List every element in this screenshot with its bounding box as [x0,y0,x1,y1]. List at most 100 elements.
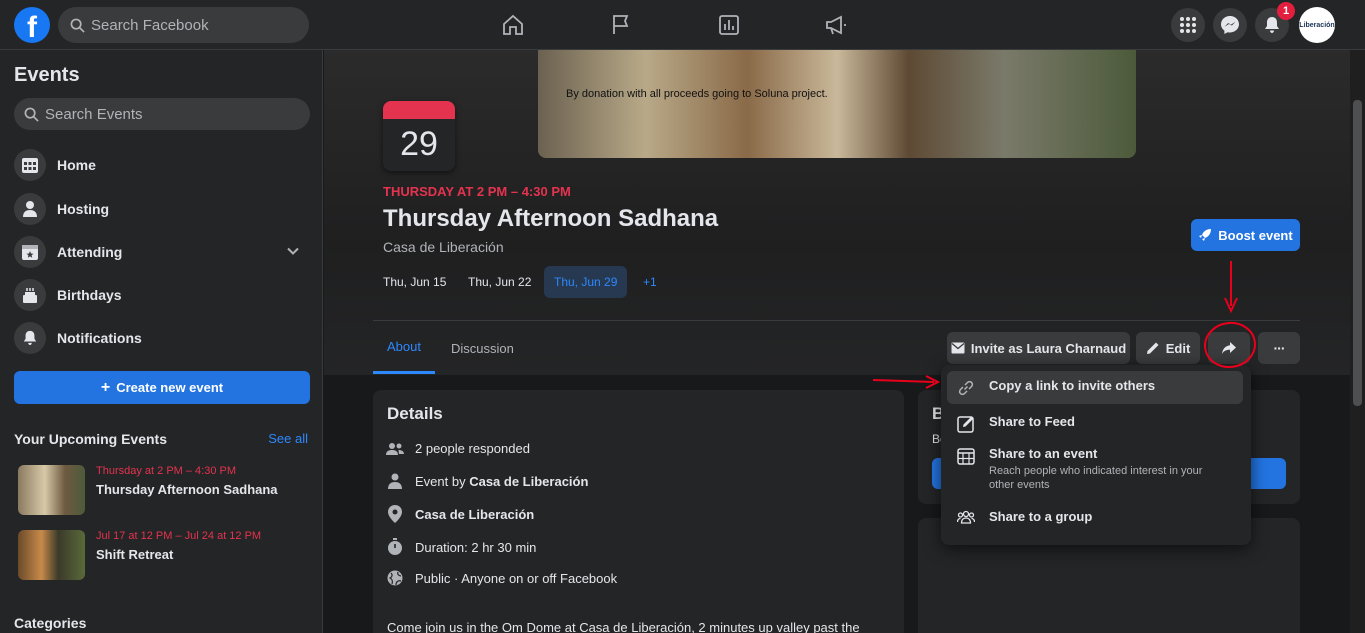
sidebar-item-notifications[interactable]: Notifications [14,318,310,358]
page-scrollbar[interactable] [1350,50,1365,633]
pencil-icon [1146,342,1159,354]
person-icon [385,473,405,489]
share-arrow-icon [1222,342,1236,354]
facebook-logo[interactable]: f [14,7,50,43]
menu-item-share-to-feed[interactable]: Share to Feed [947,407,1243,440]
invite-button-label: Invite as Laura Charnaud [970,340,1127,356]
search-icon [24,107,39,122]
duration-text: Duration: 2 hr 30 min [415,539,537,555]
event-main-content: By donation with all proceeds going to S… [324,50,1350,633]
more-options-button[interactable]: ··· [1258,332,1300,364]
sidebar-item-attending[interactable]: Attending [14,232,310,272]
search-events-input[interactable] [45,105,235,123]
event-by-row: Event by Casa de Liberación [385,473,588,489]
upcoming-event-item[interactable]: Thursday at 2 PM – 4:30 PM Thursday Afte… [18,465,308,515]
event-title: Thursday Afternoon Sadhana [383,205,719,232]
sidebar-item-label: Hosting [57,201,110,217]
event-date-badge: 29 [383,101,455,171]
menu-item-label: Copy a link to invite others [989,378,1156,393]
menu-item-share-to-group[interactable]: Share to a group [947,502,1243,531]
upcoming-events-title: Your Upcoming Events [14,431,167,447]
date-option-jun-15[interactable]: Thu, Jun 15 [373,266,456,298]
account-avatar[interactable]: Liberación [1299,7,1335,43]
top-navigation-bar: f 1 Liberación [0,0,1365,50]
date-option-jun-22[interactable]: Thu, Jun 22 [458,266,541,298]
menu-item-share-to-event[interactable]: Share to an event Reach people who indic… [947,439,1243,499]
privacy-row: Public · Anyone on or off Facebook [385,570,617,586]
event-time: THURSDAY AT 2 PM – 4:30 PM [383,184,571,199]
privacy-text: Public · Anyone on or off Facebook [415,570,618,586]
boost-event-label: Boost event [1218,227,1293,243]
plus-icon: + [100,378,111,396]
sidebar-item-hosting[interactable]: Hosting [14,189,310,229]
categories-title: Categories [14,615,87,631]
boost-event-button[interactable]: Boost event [1191,219,1300,251]
menu-button[interactable] [1171,8,1205,42]
calendar-icon [955,446,977,465]
section-divider [373,320,1300,321]
envelope-icon [951,342,965,354]
sidebar-item-label: Attending [57,244,123,260]
upcoming-event-item[interactable]: Jul 17 at 12 PM – Jul 24 at 12 PM Shift … [18,530,308,580]
sidebar-title: Events [14,64,80,86]
ads-nav-button[interactable] [781,0,891,50]
notifications-button[interactable]: 1 [1255,2,1295,42]
pages-nav-button[interactable] [566,0,676,50]
facebook-logo-letter: f [27,11,37,43]
home-nav-button[interactable] [458,0,568,50]
event-by-prefix: Event by [415,473,470,489]
menu-item-copy-link[interactable]: Copy a link to invite others [947,371,1243,404]
event-location[interactable]: Casa de Liberación [383,239,504,255]
menu-item-label: Share to a group [989,509,1093,524]
details-title: Details [387,404,443,423]
sidebar-item-home[interactable]: Home [14,145,310,185]
flag-icon [613,15,629,34]
upcoming-event-name: Thursday Afternoon Sadhana [96,482,278,497]
messenger-button[interactable] [1213,8,1247,42]
location-pin-icon [385,505,405,523]
events-sidebar: Events Home Hosting Attending Birthdays … [0,50,323,633]
share-button[interactable] [1208,332,1250,364]
home-icon [503,14,523,35]
menu-item-label: Share to an event [989,446,1098,461]
sidebar-item-label: Home [57,157,96,173]
people-icon [385,442,405,456]
place-link[interactable]: Casa de Liberación [415,507,534,522]
link-icon [955,378,977,397]
tab-about[interactable]: About [373,322,435,374]
edit-button-label: Edit [1165,340,1191,356]
edit-button[interactable]: Edit [1136,332,1200,364]
cake-icon [14,279,46,311]
stopwatch-icon [385,538,405,556]
search-facebook-input[interactable] [91,16,281,34]
more-options-icon: ··· [1273,340,1286,356]
search-icon [70,18,85,33]
event-day-number: 29 [400,125,438,163]
chevron-down-icon[interactable] [286,244,300,258]
invite-button[interactable]: Invite as Laura Charnaud [947,332,1130,364]
compose-icon [955,414,977,433]
scrollbar-thumb[interactable] [1353,100,1362,406]
search-events-field[interactable] [14,98,310,130]
responded-row: 2 people responded [385,441,530,456]
place-row: Casa de Liberación [385,505,534,523]
create-new-event-button[interactable]: + Create new event [14,371,310,404]
bell-icon [14,322,46,354]
globe-icon [385,570,405,586]
calendar-badge-header [383,101,455,119]
cover-photo-caption: By donation with all proceeds going to S… [566,88,828,100]
insights-nav-button[interactable] [674,0,784,50]
event-host-link[interactable]: Casa de Liberación [469,474,588,489]
more-dates-link[interactable]: +1 [633,266,667,298]
menu-item-label: Share to Feed [989,414,1075,429]
tab-discussion[interactable]: Discussion [437,322,528,374]
sidebar-item-birthdays[interactable]: Birthdays [14,275,310,315]
responded-count[interactable]: 2 people responded [415,441,530,456]
search-facebook-field[interactable] [58,7,309,43]
event-cover-photo[interactable]: By donation with all proceeds going to S… [538,50,1136,158]
date-option-jun-29[interactable]: Thu, Jun 29 [544,266,628,298]
messenger-icon [1221,16,1239,34]
see-all-link[interactable]: See all [268,431,308,446]
create-new-event-label: Create new event [116,380,224,395]
event-description: Come join us in the Om Dome at Casa de L… [387,620,860,633]
